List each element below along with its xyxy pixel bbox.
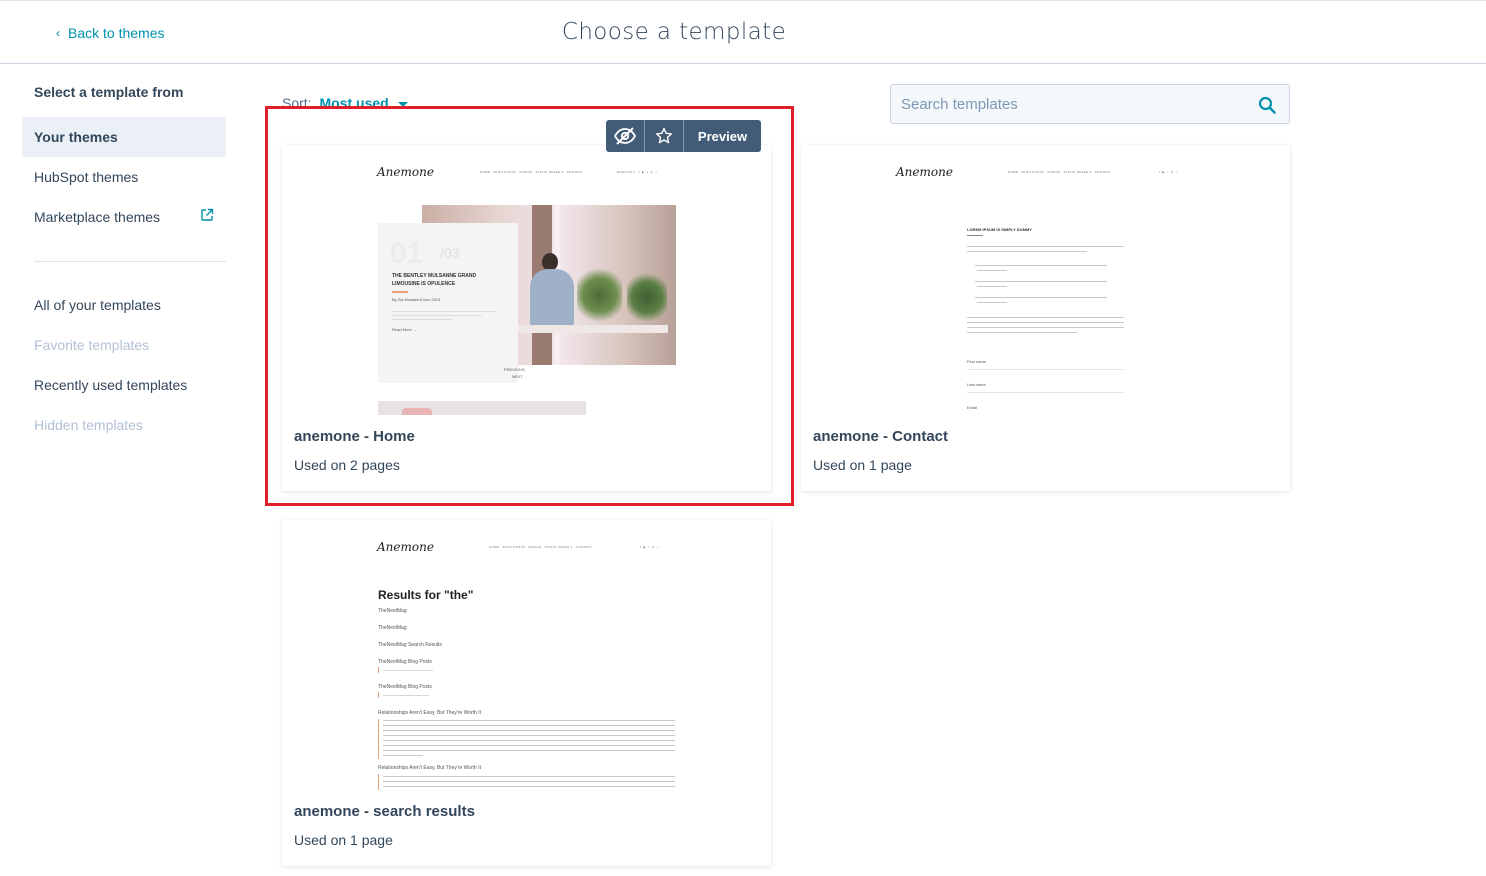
search-result-link: TheNextMag Blog Posts — [378, 659, 432, 665]
search-result-link: Relationships Aren't Easy, But They're W… — [378, 765, 482, 771]
slide-next: NEXT — [512, 374, 523, 379]
contact-field-label: Last name — [967, 382, 986, 387]
sidebar-item-hubspot-themes[interactable]: HubSpot themes — [22, 157, 226, 197]
search-icon[interactable] — [1258, 96, 1276, 114]
favorite-template-button[interactable] — [645, 120, 684, 152]
template-thumbnail: Anemone HOME BLOG POSTS SINGLE STATIC PA… — [801, 145, 1290, 415]
sort-dropdown[interactable]: Sort: Most used — [282, 95, 408, 111]
preview-logo: Anemone — [896, 165, 953, 179]
hide-template-button[interactable] — [606, 120, 645, 152]
contact-heading: LOREM IPSUM IS SIMPLY DUMMY — [967, 227, 1032, 232]
slide-read-more: Read More → — [392, 327, 417, 332]
slide-card: 01 /03 THE BENTLEY MULSANNE GRAND LIMOUS… — [378, 223, 518, 383]
top-bar: ‹ Back to themes Choose a template — [0, 0, 1486, 64]
slide-total: /03 — [440, 245, 460, 261]
template-name: anemone - Home — [294, 428, 415, 445]
sort-value: Most used — [319, 95, 389, 111]
search-result-link: TheNextMag — [378, 608, 407, 614]
preview-social: f ▶ t ◎ ⌕ — [1159, 170, 1178, 174]
contact-field-label: Email — [967, 405, 978, 410]
sidebar-heading: Select a template from — [34, 84, 184, 100]
search-result-link: TheNextMag Search Results — [378, 642, 442, 648]
sidebar-item-label: HubSpot themes — [34, 169, 139, 185]
search-result-link: TheNextMag — [378, 625, 407, 631]
sidebar-item-favorite-templates: Favorite templates — [22, 325, 226, 365]
sidebar-item-your-themes[interactable]: Your themes — [22, 117, 226, 157]
preview-social: f ▶ t ◎ ⌕ — [640, 545, 659, 549]
template-name: anemone - Contact — [813, 428, 949, 445]
template-usage: Used on 1 page — [813, 457, 912, 473]
template-card-home[interactable]: Anemone HOME BLOG POSTS SINGLE STATIC PA… — [282, 145, 771, 491]
sidebar-item-marketplace-themes[interactable]: Marketplace themes — [22, 197, 226, 237]
sidebar-item-label: Your themes — [34, 129, 118, 145]
search-result-link: Relationships Aren't Easy, But They're W… — [378, 710, 482, 716]
search-results-heading: Results for "the" — [378, 588, 474, 602]
preview-logo: Anemone — [377, 165, 434, 179]
slide-headline: THE BENTLEY MULSANNE GRAND — [392, 273, 477, 279]
sidebar-item-label: All of your templates — [34, 297, 161, 313]
search-result-link: TheNextMag Blog Posts — [378, 684, 432, 690]
template-thumbnail: Anemone HOME BLOG POSTS SINGLE STATIC PA… — [282, 520, 771, 790]
sidebar-item-label: Recently used templates — [34, 377, 188, 393]
search-input[interactable] — [891, 85, 1251, 123]
contact-field-label: First name — [967, 359, 986, 364]
slide-number: 01 — [390, 237, 424, 270]
template-card-contact[interactable]: Anemone HOME BLOG POSTS SINGLE STATIC PA… — [801, 145, 1290, 491]
eye-slash-icon — [613, 127, 637, 145]
sidebar-item-label: Hidden templates — [34, 417, 143, 433]
template-hover-actions: Preview — [606, 120, 761, 152]
slide-byline: By Zia Mustafa 6 Nov 2019 — [392, 297, 441, 302]
page-title: Choose a template — [561, 19, 787, 45]
caret-down-icon — [397, 101, 408, 107]
template-usage: Used on 1 page — [294, 832, 393, 848]
search-box — [890, 84, 1290, 124]
preview-nav: HOME BLOG POSTS SINGLE STATIC PAGES ▾ CO… — [480, 170, 584, 174]
preview-nav: HOME BLOG POSTS SINGLE STATIC PAGES ▾ CO… — [1008, 170, 1112, 174]
star-icon — [655, 127, 673, 144]
external-link-icon — [201, 208, 214, 221]
sidebar-divider — [34, 261, 226, 262]
preview-logo: Anemone — [377, 540, 434, 554]
sidebar-item-all-templates[interactable]: All of your templates — [22, 285, 226, 325]
preview-button[interactable]: Preview — [684, 120, 761, 152]
slide-prev: PREVIOUS — [504, 367, 525, 372]
template-name: anemone - search results — [294, 803, 475, 820]
preview-nav: HOME BLOG POSTS SINGLE STATIC PAGES ▾ CO… — [489, 545, 593, 549]
sidebar-item-recently-used[interactable]: Recently used templates — [22, 365, 226, 405]
template-card-search-results[interactable]: Anemone HOME BLOG POSTS SINGLE STATIC PA… — [282, 520, 771, 866]
sidebar-item-hidden-templates: Hidden templates — [22, 405, 226, 445]
sidebar-item-label: Favorite templates — [34, 337, 150, 353]
preview-social: ENGLISH ▾ f ▶ t ◎ ⌕ — [617, 170, 658, 174]
template-usage: Used on 2 pages — [294, 457, 400, 473]
sidebar-item-label: Marketplace themes — [34, 209, 161, 225]
sort-label: Sort: — [282, 95, 312, 111]
template-thumbnail: Anemone HOME BLOG POSTS SINGLE STATIC PA… — [282, 145, 771, 415]
slide-headline: LIMOUSINE IS OPULENCE — [392, 281, 456, 287]
